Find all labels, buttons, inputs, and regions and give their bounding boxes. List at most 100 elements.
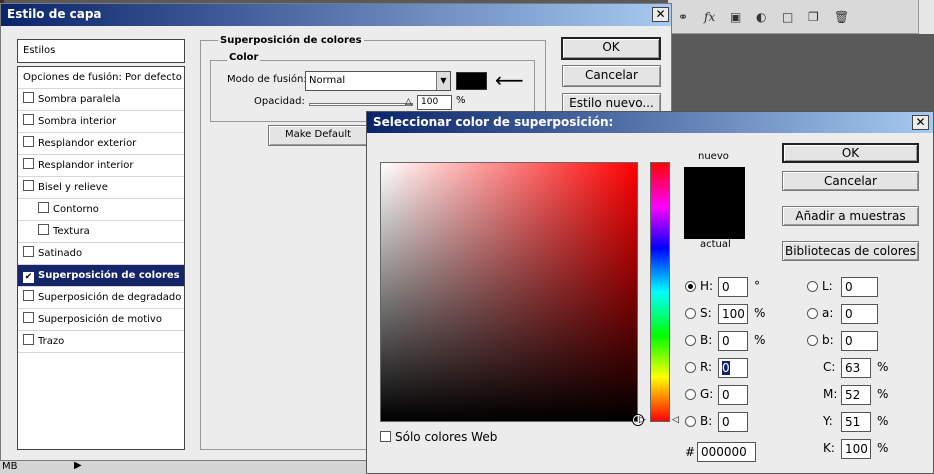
hsb-input[interactable]: 100 (718, 304, 748, 324)
blend-mode-select[interactable]: Normal ▼ (305, 71, 451, 91)
style-item[interactable]: Superposición de motivo (18, 309, 184, 331)
picker-ok-button[interactable]: OK (782, 143, 919, 163)
color-libraries-button[interactable]: Bibliotecas de colores (782, 241, 919, 261)
style-checkbox[interactable] (23, 114, 34, 125)
layer-style-title: Estilo de capa (7, 7, 102, 21)
lab-radio[interactable] (807, 281, 818, 292)
blend-mode-value: Normal (309, 75, 346, 86)
new-layer-icon[interactable]: ❐ (808, 10, 819, 24)
lab-input[interactable]: 0 (841, 304, 878, 324)
style-item[interactable]: Trazo (18, 331, 184, 353)
style-item[interactable]: Satinado (18, 243, 184, 265)
cmyk-input[interactable]: 52 (841, 385, 871, 405)
trash-icon[interactable]: 🗑 (834, 10, 849, 24)
opacity-slider-track[interactable] (309, 103, 413, 106)
lab-radio[interactable] (807, 308, 818, 319)
style-item[interactable]: Superposición de degradado (18, 287, 184, 309)
cmyk-value: 51 (845, 415, 861, 429)
style-checkbox[interactable] (38, 202, 49, 213)
color-picker-titlebar[interactable]: Seleccionar color de superposición: (367, 112, 933, 133)
style-checkbox[interactable] (23, 92, 34, 103)
cmyk-input[interactable]: 63 (841, 358, 871, 378)
section-title: Superposición de colores (218, 35, 364, 46)
new-color-swatch (684, 167, 745, 203)
ok-button[interactable]: OK (561, 37, 661, 60)
style-checkbox[interactable] (38, 224, 49, 235)
lab-value: 0 (845, 334, 853, 348)
hsb-value: 100 (722, 307, 745, 321)
group-folder-icon[interactable]: □ (782, 10, 793, 24)
hsb-input[interactable]: 0 (718, 277, 748, 297)
hsb-radio[interactable] (685, 281, 696, 292)
style-item[interactable]: Resplandor exterior (18, 133, 184, 155)
overlay-color-swatch[interactable] (456, 72, 487, 90)
rgb-input[interactable]: 0 (718, 412, 748, 432)
hue-slider-left-arrow[interactable]: ▷ (639, 415, 646, 425)
style-item[interactable]: Resplandor interior (18, 155, 184, 177)
opacity-slider-handle[interactable]: △ (405, 98, 414, 107)
lab-input[interactable]: 0 (841, 331, 878, 351)
status-arrow-icon[interactable]: ▶ (74, 460, 82, 471)
chevron-down-icon[interactable]: ▼ (436, 72, 450, 90)
style-checkbox[interactable] (23, 136, 34, 147)
color-field[interactable] (380, 162, 638, 422)
rgb-input[interactable]: 0 (718, 385, 748, 405)
rgb-radio[interactable] (685, 416, 696, 427)
blend-mode-label: Modo de fusión: (227, 74, 307, 85)
hue-slider-right-arrow[interactable]: ◁ (672, 415, 679, 425)
hsb-unit: % (754, 333, 766, 347)
style-item[interactable]: ✔ Superposición de colores (18, 265, 184, 287)
rgb-input[interactable]: 0 (718, 358, 748, 378)
web-colors-label: Sólo colores Web (395, 430, 498, 444)
style-item[interactable]: Textura (18, 221, 184, 243)
style-checkbox[interactable]: ✔ (23, 272, 34, 283)
picker-cancel-button[interactable]: Cancelar (782, 171, 919, 191)
styles-header[interactable]: Estilos (17, 39, 185, 63)
cmyk-label: C: (823, 360, 836, 374)
fx-icon[interactable]: fx (704, 10, 715, 24)
style-item[interactable]: Bisel y relieve (18, 177, 184, 199)
style-item[interactable]: Sombra paralela (18, 89, 184, 111)
hsb-radio[interactable] (685, 335, 696, 346)
style-item[interactable]: Opciones de fusión: Por defecto (18, 67, 184, 89)
cmyk-unit: % (877, 360, 889, 374)
link-layers-icon[interactable]: ⚭ (678, 10, 688, 24)
lab-input[interactable]: 0 (841, 277, 878, 297)
web-colors-only-checkbox[interactable]: Sólo colores Web (380, 430, 497, 444)
panel-scrollbar[interactable] (918, 0, 934, 34)
hsb-unit: ° (754, 279, 760, 293)
cmyk-label: M: (823, 387, 838, 401)
web-colors-checkbox-box[interactable] (380, 431, 391, 442)
rgb-radio[interactable] (685, 389, 696, 400)
style-checkbox[interactable] (23, 246, 34, 257)
cmyk-input[interactable]: 51 (841, 412, 871, 432)
adjustment-icon[interactable]: ◐ (756, 10, 766, 24)
style-checkbox[interactable] (23, 158, 34, 169)
hsb-label: S: (700, 306, 712, 320)
hex-input[interactable]: 000000 (697, 442, 756, 462)
cmyk-unit: % (877, 414, 889, 428)
style-item[interactable]: Contorno (18, 199, 184, 221)
cmyk-input[interactable]: 100 (841, 439, 871, 459)
rgb-radio[interactable] (685, 362, 696, 373)
opacity-input[interactable]: 100 (417, 95, 452, 110)
hsb-radio[interactable] (685, 308, 696, 319)
cancel-button[interactable]: Cancelar (562, 65, 661, 87)
current-color-swatch[interactable] (684, 203, 745, 239)
styles-header-label: Estilos (23, 45, 56, 56)
add-to-swatches-button[interactable]: Añadir a muestras (782, 206, 919, 226)
make-default-button[interactable]: Make Default (268, 125, 368, 146)
style-item[interactable]: Sombra interior (18, 111, 184, 133)
layer-style-close-button[interactable]: ✕ (652, 7, 669, 22)
hue-slider[interactable] (650, 162, 670, 422)
layer-style-titlebar[interactable]: Estilo de capa (1, 4, 671, 26)
hsb-label: H: (700, 279, 714, 293)
style-checkbox[interactable] (23, 334, 34, 345)
mask-icon[interactable]: ▣ (730, 10, 741, 24)
color-picker-close-button[interactable]: ✕ (912, 115, 929, 130)
hsb-input[interactable]: 0 (718, 331, 748, 351)
style-checkbox[interactable] (23, 180, 34, 191)
style-checkbox[interactable] (23, 312, 34, 323)
style-checkbox[interactable] (23, 290, 34, 301)
lab-radio[interactable] (807, 335, 818, 346)
